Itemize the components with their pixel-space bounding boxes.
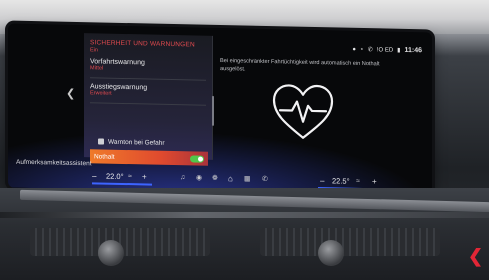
apps-icon[interactable]: ▦ <box>244 175 251 183</box>
setting-value: Mittel <box>90 65 104 72</box>
right-temp: 22.5° <box>332 176 350 185</box>
fan-icon[interactable]: ❁ <box>212 174 218 182</box>
left-temp-up-button[interactable]: + <box>142 172 147 181</box>
info-description: Bei eingeschränkter Fahrtüchtigkeit wird… <box>220 58 380 73</box>
left-temp: 22.0° <box>106 171 124 180</box>
music-icon[interactable]: ♫ <box>180 174 185 181</box>
right-temp-up-button[interactable]: + <box>372 177 377 186</box>
user-icon: ● <box>352 46 357 53</box>
setting-vorfahrtswarnung[interactable]: Vorfahrtswarnung Mittel <box>90 58 208 73</box>
navigation-icon[interactable]: ◉ <box>196 173 202 181</box>
status-text: !O ED <box>376 46 394 54</box>
setting-ausstiegswarnung[interactable]: Ausstiegswarnung Erweitert <box>90 83 208 98</box>
divider <box>90 102 206 106</box>
back-arrow-icon[interactable]: ❮ <box>66 87 75 100</box>
clock: 11:46 <box>404 46 422 55</box>
checkbox-icon[interactable] <box>98 138 104 145</box>
left-temp-value: 22.0 <box>106 171 121 181</box>
seat-heat-icon[interactable]: ≈ <box>356 177 360 184</box>
nothalt-label: Nothalt <box>94 152 115 161</box>
air-vent <box>260 228 440 256</box>
vent-knob <box>98 240 124 266</box>
divider <box>90 77 206 81</box>
chevron-left-icon: ❮ <box>468 246 484 266</box>
sub-item-label: Warnton bei Gefahr <box>108 138 165 147</box>
setting-warnton[interactable]: Warnton bei Gefahr <box>98 135 206 149</box>
bluetooth-icon: ⋆ <box>360 46 364 54</box>
infotainment-display: ❮ SICHERHEIT UND WARNUNGEN Ein Vorfahrts… <box>8 23 432 197</box>
settings-panel: SICHERHEIT UND WARNUNGEN Ein Vorfahrtswa… <box>84 33 214 166</box>
heartbeat-icon <box>270 81 336 144</box>
temp-unit: ° <box>346 176 350 186</box>
left-temp-down-button[interactable]: – <box>92 171 96 180</box>
seat-heat-icon[interactable]: ≈ <box>128 173 132 180</box>
vent-knob <box>318 240 344 266</box>
setting-value: Erweitert <box>90 90 112 97</box>
panel-status: Ein <box>90 47 98 54</box>
nothalt-toggle[interactable] <box>190 154 204 163</box>
scrollbar[interactable] <box>212 95 214 126</box>
setting-nothalt[interactable]: Nothalt <box>90 149 208 166</box>
right-temp-down-button[interactable]: – <box>320 176 324 185</box>
phone-icon: ✆ <box>367 47 373 54</box>
status-bar: ● ⋆ ✆ !O ED ▮ 11:46 <box>352 46 422 54</box>
signal-icon: ▮ <box>397 47 401 54</box>
temp-unit: ° <box>120 171 124 181</box>
trim-strip <box>0 212 489 218</box>
home-icon[interactable]: ⌂ <box>228 174 233 183</box>
right-temp-value: 22.5 <box>332 175 347 186</box>
phone-call-icon[interactable]: ✆ <box>262 175 268 183</box>
